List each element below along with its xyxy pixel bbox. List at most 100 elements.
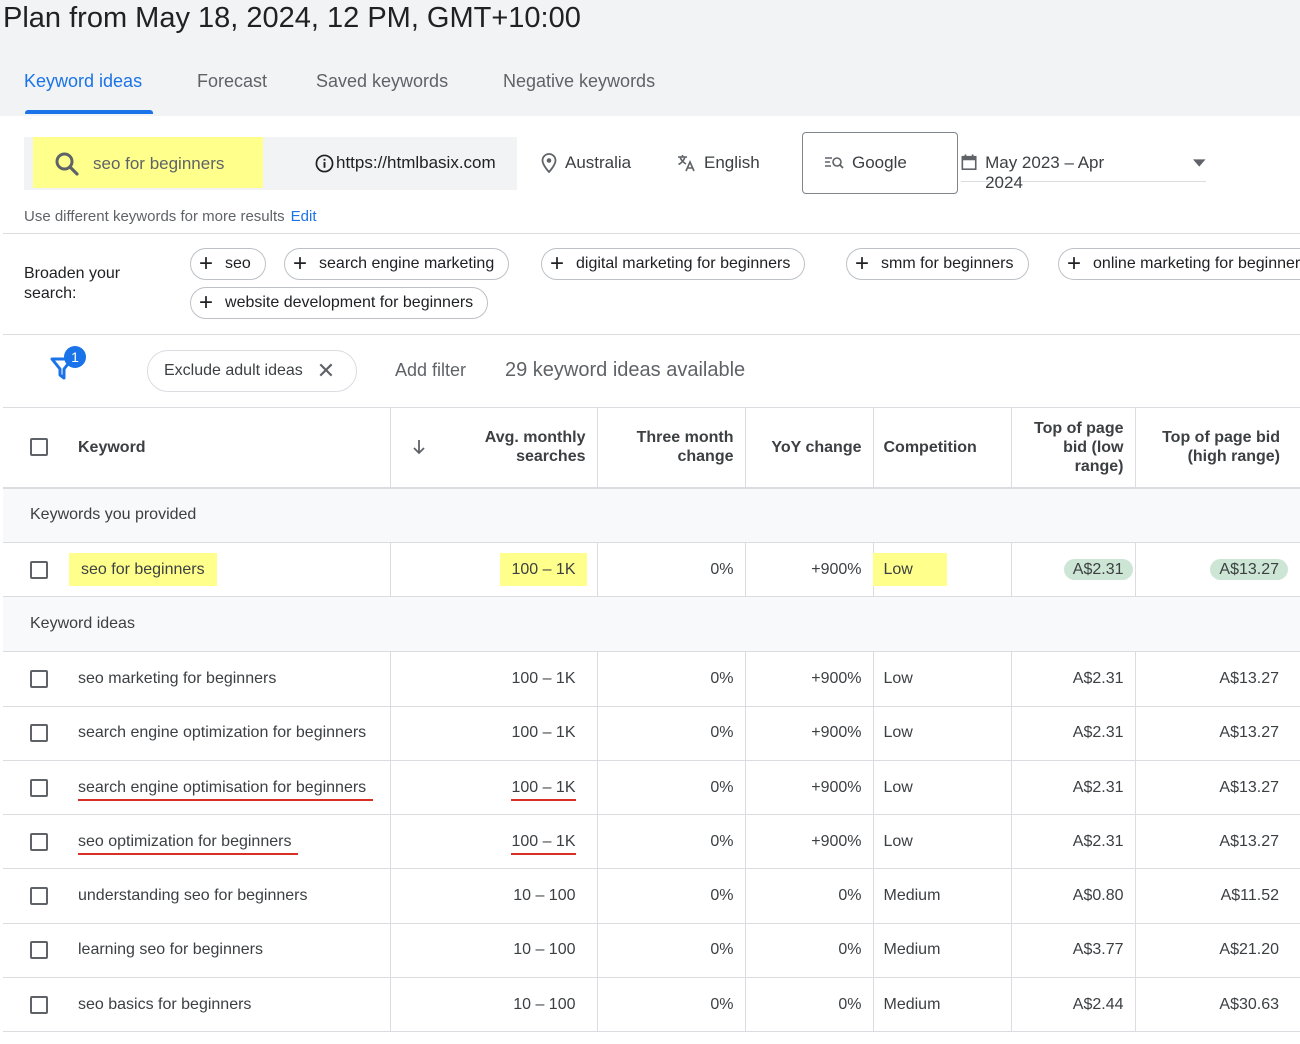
divider: [3, 233, 1300, 234]
url-text: https://htmlbasix.com: [336, 153, 496, 172]
filter-count-badge: 1: [64, 346, 86, 368]
avg-searches-cell: 10 – 100: [390, 868, 598, 924]
location-selector[interactable]: Australia: [541, 153, 631, 173]
arrow-down-icon: [412, 440, 425, 455]
bid-low-cell: A$2.31: [1011, 814, 1136, 870]
bid-high-cell: A$21.20: [1135, 923, 1300, 979]
tab-keyword-ideas[interactable]: Keyword ideas: [24, 71, 142, 92]
table-row[interactable]: search engine optimisation for beginners…: [3, 760, 1300, 816]
row-checkbox[interactable]: [30, 941, 48, 960]
header-keyword[interactable]: Keyword: [3, 407, 391, 489]
header-avg-label: Avg. monthly searches: [484, 429, 586, 466]
header-avg-monthly-searches[interactable]: Avg. monthly searches: [390, 407, 598, 489]
yoy-cell: +900%: [745, 814, 874, 870]
url-field[interactable]: https://htmlbasix.com: [315, 153, 496, 173]
bid-high-cell: A$13.27: [1135, 760, 1300, 816]
bid-low-cell: A$2.31: [1063, 558, 1133, 580]
section-label: Keyword ideas: [3, 596, 1300, 653]
row-checkbox[interactable]: [30, 724, 48, 743]
plus-icon: +: [293, 250, 308, 277]
header-keyword-label: Keyword: [78, 438, 146, 456]
table-row[interactable]: search engine optimization for beginners…: [3, 706, 1300, 761]
broaden-chip-online-marketing[interactable]: + online marketing for beginners: [1058, 248, 1300, 280]
header-three-month-label: Three month change: [636, 429, 734, 466]
avg-searches-cell: 100 – 1K: [390, 706, 598, 761]
section-header-ideas: Keyword ideas: [3, 596, 1300, 653]
avg-searches-cell: 100 – 1K: [511, 832, 576, 855]
table-row[interactable]: seo basics for beginners 10 – 100 0% 0% …: [3, 977, 1300, 1033]
table-row[interactable]: seo optimization for beginners 100 – 1K …: [3, 814, 1300, 870]
plus-icon: +: [855, 250, 870, 277]
search-icon: [55, 152, 79, 176]
bid-low-cell: A$3.77: [1011, 923, 1136, 979]
add-filter-button[interactable]: Add filter: [395, 360, 466, 381]
avg-searches-cell: 100 – 1K: [500, 552, 587, 586]
broaden-chip-digital-marketing[interactable]: + digital marketing for beginners: [541, 248, 806, 280]
divider: [3, 334, 1300, 335]
bid-low-cell: A$2.31: [1011, 651, 1136, 707]
search-network-icon: [825, 157, 844, 169]
network-label: Google: [852, 153, 907, 172]
broaden-chip-smm[interactable]: + smm for beginners: [846, 248, 1029, 280]
header-three-month-change[interactable]: Three month change: [597, 407, 746, 489]
bid-low-cell: A$0.80: [1011, 868, 1136, 924]
header-bid-high[interactable]: Top of page bid (high range): [1135, 407, 1300, 489]
section-label: Keywords you provided: [3, 487, 1300, 543]
chevron-down-icon: [1193, 159, 1206, 167]
competition-cell: Medium: [873, 868, 1012, 924]
exclude-adult-chip[interactable]: Exclude adult ideas ✕: [147, 350, 357, 392]
plus-icon: +: [550, 250, 565, 277]
avg-searches-cell: 10 – 100: [390, 977, 598, 1033]
header-bid-low[interactable]: Top of page bid (low range): [1011, 407, 1136, 489]
language-selector[interactable]: English: [676, 153, 760, 173]
row-checkbox[interactable]: [30, 560, 48, 579]
translate-icon: [678, 155, 695, 172]
competition-cell: Low: [873, 814, 1012, 870]
row-checkbox[interactable]: [30, 669, 48, 688]
calendar-icon: [961, 154, 977, 171]
table-row[interactable]: seo for beginners 100 – 1K 0% +900% Low …: [3, 542, 1300, 598]
bid-low-cell: A$2.31: [1011, 760, 1136, 816]
header-bid-high-label: Top of page bid (high range): [1162, 429, 1280, 466]
table-row[interactable]: understanding seo for beginners 10 – 100…: [3, 868, 1300, 924]
broaden-chip-seo[interactable]: + seo: [190, 248, 266, 280]
keyword-cell: seo for beginners: [69, 552, 217, 586]
edit-link[interactable]: Edit: [291, 208, 317, 225]
yoy-cell: 0%: [745, 923, 874, 979]
three-month-cell: 0%: [597, 923, 746, 979]
competition-cell: Low: [873, 760, 1012, 816]
select-all-checkbox[interactable]: [30, 438, 48, 457]
keyword-table: Keyword Avg. monthly searches Three mont…: [3, 407, 1300, 1033]
close-icon[interactable]: ✕: [317, 358, 335, 384]
broaden-chip-website-development[interactable]: + website development for beginners: [190, 287, 489, 319]
bid-low-cell: A$2.44: [1011, 977, 1136, 1033]
yoy-cell: +900%: [745, 760, 874, 816]
competition-cell: Low: [873, 651, 1012, 707]
broaden-label: Broaden your search:: [24, 265, 121, 302]
date-range-selector[interactable]: May 2023 – Apr 2024: [961, 153, 1206, 192]
plus-icon: +: [1067, 250, 1082, 277]
row-checkbox[interactable]: [30, 778, 48, 797]
table-row[interactable]: learning seo for beginners 10 – 100 0% 0…: [3, 923, 1300, 979]
broaden-chip-sem[interactable]: + search engine marketing: [284, 248, 510, 280]
header-bid-low-label: Top of page bid (low range): [1034, 419, 1124, 475]
bid-high-cell: A$13.27: [1135, 706, 1300, 761]
keyword-cell: search engine optimisation for beginners: [78, 778, 374, 801]
keyword-input[interactable]: seo for beginners: [93, 154, 224, 174]
tab-forecast[interactable]: Forecast: [197, 71, 267, 92]
avg-searches-cell: 100 – 1K: [390, 651, 598, 707]
three-month-cell: 0%: [597, 542, 746, 598]
row-checkbox[interactable]: [30, 887, 48, 906]
bid-high-cell: A$13.27: [1135, 814, 1300, 870]
row-checkbox[interactable]: [30, 995, 48, 1014]
row-checkbox[interactable]: [30, 832, 48, 851]
location-label: Australia: [565, 153, 632, 172]
keyword-cell: seo basics for beginners: [78, 995, 252, 1013]
header-competition[interactable]: Competition: [873, 407, 1012, 489]
tab-saved-keywords[interactable]: Saved keywords: [316, 71, 448, 92]
tab-negative-keywords[interactable]: Negative keywords: [503, 71, 655, 92]
table-row[interactable]: seo marketing for beginners 100 – 1K 0% …: [3, 651, 1300, 707]
competition-cell: Low: [872, 552, 947, 586]
three-month-cell: 0%: [597, 977, 746, 1033]
header-yoy-change[interactable]: YoY change: [745, 407, 874, 489]
